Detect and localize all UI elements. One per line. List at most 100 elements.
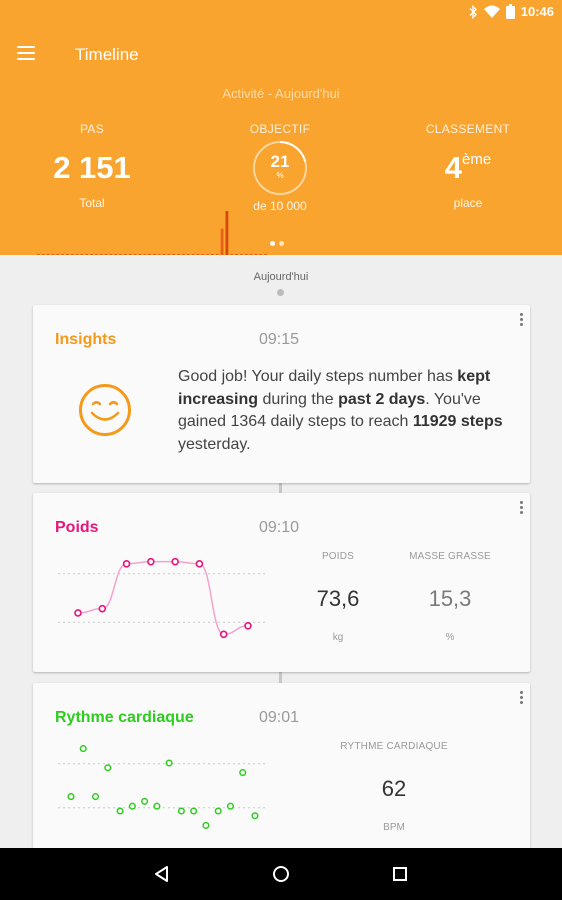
steps-bar — [249, 254, 253, 255]
steps-bar — [254, 254, 258, 255]
pager-dot[interactable] — [270, 241, 275, 246]
heart-rate-point — [251, 812, 259, 820]
weight-value: 73,6 — [316, 586, 360, 611]
steps-value: 2 151 — [53, 150, 131, 185]
steps-bar — [206, 254, 209, 255]
goal-percent: 21 — [270, 152, 290, 171]
weight-line — [77, 560, 249, 636]
steps-sub: Total — [79, 196, 105, 210]
insights-text-segment: Good job! Your daily steps number has — [178, 368, 458, 385]
heart-rate-time: 09:01 — [259, 709, 300, 726]
insights-text-emphasis: past 2 days — [338, 390, 426, 408]
steps-bar — [51, 254, 55, 255]
steps-bar — [133, 254, 137, 255]
weight-time: 09:10 — [259, 519, 300, 536]
heart-rate-point — [79, 745, 87, 753]
steps-bar — [119, 254, 122, 255]
timeline-date-label: Aujourd'hui — [253, 271, 309, 283]
heart-rate-point — [128, 802, 136, 810]
heart-rate-chart — [58, 745, 268, 829]
navigation-bar — [0, 848, 562, 900]
steps-bar — [138, 254, 142, 255]
rank-sub: place — [453, 196, 483, 210]
heart-rate-point — [153, 802, 161, 810]
fat-label: MASSE GRASSE — [409, 551, 491, 562]
insights-text-segment: yesterday. — [178, 435, 251, 453]
steps-bar — [244, 254, 248, 255]
goal-progress-ring: 21 % — [252, 140, 308, 196]
timeline-connector — [279, 672, 282, 683]
steps-bar — [264, 254, 267, 255]
goal-percent-sign: % — [276, 171, 284, 180]
insights-time: 09:15 — [259, 331, 300, 348]
steps-bar — [201, 254, 205, 255]
smiley-icon — [79, 384, 131, 436]
insights-text: Good job! Your daily steps number has ke… — [178, 366, 508, 456]
heart-rate-point — [202, 821, 210, 829]
steps-bar — [41, 254, 45, 255]
heart-rate-point — [91, 793, 100, 801]
header-pager[interactable] — [270, 241, 284, 246]
heart-rate-point — [239, 769, 247, 777]
menu-icon[interactable] — [14, 40, 40, 66]
home-icon[interactable] — [269, 862, 293, 886]
heart-rate-point — [214, 807, 222, 815]
card-overflow-menu-icon[interactable] — [518, 501, 524, 514]
steps-bar — [220, 228, 224, 255]
heart-rate-unit: BPM — [383, 822, 405, 833]
heart-rate-title: Rythme cardiaque — [55, 709, 194, 726]
insights-text-segment: during the — [258, 390, 339, 408]
steps-bar — [90, 254, 93, 255]
steps-bar — [124, 254, 127, 255]
heart-rate-point — [104, 764, 112, 772]
steps-bar — [95, 254, 98, 255]
steps-bar — [162, 254, 166, 255]
timeline-connector — [279, 483, 282, 493]
rank-stat: CLASSEMENT 4ème place — [388, 122, 548, 210]
status-bar: 10:46 — [0, 0, 562, 24]
steps-bar — [167, 254, 171, 255]
weight-card[interactable]: Poids 09:10 POIDS 73,6 kg MASSE GRASSE 1… — [33, 493, 530, 672]
steps-label: PAS — [79, 122, 105, 136]
heart-rate-value: 62 — [381, 776, 407, 801]
fat-unit: % — [445, 632, 455, 643]
steps-bar — [143, 254, 147, 255]
steps-bar — [66, 254, 69, 255]
weight-title: Poids — [55, 519, 99, 536]
heart-rate-card[interactable]: Rythme cardiaque 09:01 RYTHME CARDIAQUE … — [33, 683, 530, 853]
weight-point — [195, 560, 204, 568]
pager-dot[interactable] — [279, 241, 284, 246]
steps-bar — [80, 254, 84, 255]
steps-bar — [61, 254, 64, 255]
weight-chart — [58, 557, 268, 639]
back-icon[interactable] — [150, 862, 174, 886]
card-overflow-menu-icon[interactable] — [518, 313, 524, 326]
heart-rate-label: RYTHME CARDIAQUE — [340, 741, 448, 752]
weight-label: POIDS — [321, 551, 355, 562]
steps-chart — [37, 211, 267, 255]
steps-bar — [114, 254, 118, 255]
steps-bar — [75, 254, 79, 255]
recents-icon[interactable] — [388, 862, 412, 886]
status-time: 10:46 — [520, 4, 554, 19]
steps-bar — [225, 211, 229, 255]
rank-number: 4 — [444, 150, 463, 185]
card-overflow-menu-icon[interactable] — [518, 691, 524, 704]
insights-title: Insights — [55, 331, 117, 348]
weight-unit: kg — [332, 632, 344, 643]
weight-point — [98, 604, 107, 613]
goal-label: OBJECTIF — [249, 122, 311, 136]
steps-bar — [109, 254, 113, 255]
steps-bar — [128, 254, 132, 255]
goal-stat: OBJECTIF 21 % de 10 000 — [200, 122, 360, 213]
app-title: Timeline — [75, 45, 139, 64]
heart-rate-metric: RYTHME CARDIAQUE 62 BPM — [333, 741, 455, 833]
steps-bar — [172, 254, 176, 255]
weight-point — [122, 560, 131, 568]
insights-card[interactable]: Insights 09:15 Good job! Your daily step… — [33, 305, 530, 483]
steps-bar — [235, 254, 238, 255]
heart-rate-point — [67, 793, 75, 801]
bluetooth-icon — [468, 4, 478, 19]
steps-bar — [153, 254, 156, 255]
insights-text-emphasis: 11929 steps — [412, 413, 503, 430]
